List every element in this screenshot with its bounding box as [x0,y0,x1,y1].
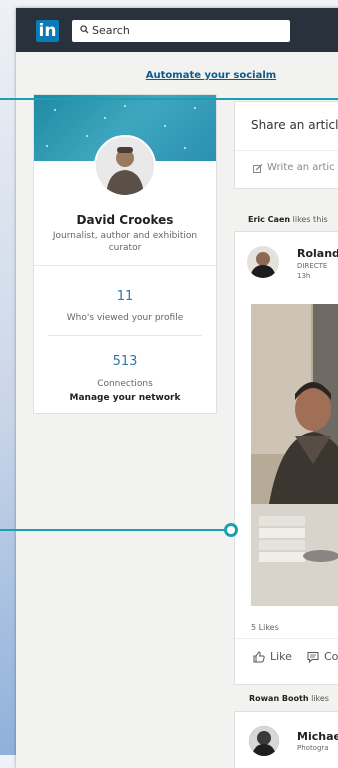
divider [235,638,338,639]
profile-name[interactable]: David Crookes [34,213,216,227]
post-photo [251,304,338,606]
search-icon [80,25,89,34]
divider [48,335,202,336]
activity-actor[interactable]: Rowan Booth [249,694,309,703]
search-input[interactable]: Search [72,20,290,42]
divider [235,150,338,151]
manage-network-link[interactable]: Manage your network [34,393,216,403]
connections-label: Connections [97,379,153,389]
activity-verb: likes [311,694,329,703]
profile-avatar[interactable] [94,135,156,197]
comment-button[interactable]: Co [307,650,338,663]
poster-name[interactable]: Roland [297,247,338,260]
search-placeholder: Search [92,24,130,37]
poster-avatar[interactable] [249,726,279,756]
poster-photo [247,246,279,278]
post-timestamp: 13h [297,272,311,280]
post-image[interactable] [251,304,338,606]
poster-name[interactable]: Michae [297,730,338,743]
avatar-photo [96,137,154,195]
thumbs-up-icon [253,651,265,663]
feed-activity-line: Rowan Booth likes [249,694,329,703]
like-button[interactable]: Like [253,650,292,663]
divider [34,265,216,266]
top-navigation-bar: in Search [16,8,338,52]
feed-post: Roland DIRECTE 13h 5 Likes Like Co [234,231,338,685]
feed-activity-line: Eric Caen likes this [248,215,328,224]
share-article-prompt[interactable]: Share an articl [251,118,338,132]
profile-card: David Crookes Journalist, author and exh… [33,94,217,414]
poster-subtitle: Photogra [297,744,329,752]
pencil-icon [253,164,263,173]
likes-count[interactable]: 5 Likes [251,623,279,632]
profile-views-label[interactable]: Who's viewed your profile [34,313,216,323]
poster-photo [249,726,279,756]
profile-headline: Journalist, author and exhibition curato… [52,231,198,253]
linkedin-logo[interactable]: in [36,20,59,42]
share-box: Share an articl Write an artic [234,101,338,189]
poster-subtitle: DIRECTE [297,262,328,270]
comment-label: Co [324,650,338,663]
app-window: in Search Automate your socialm David Cr… [16,8,338,768]
write-article-label: Write an artic [267,162,335,173]
poster-avatar[interactable] [247,246,279,278]
profile-views-count[interactable]: 11 [34,289,216,304]
callout-marker [224,523,238,537]
activity-actor[interactable]: Eric Caen [248,215,290,224]
activity-verb: likes this [292,215,328,224]
comment-icon [307,652,319,663]
like-label: Like [270,650,292,663]
callout-line [0,98,338,100]
connections-count[interactable]: 513 [34,354,216,369]
feed-post: Michae Photogra [234,711,338,768]
callout-line [0,529,226,531]
write-article-button[interactable]: Write an artic [253,162,335,173]
promo-link[interactable]: Automate your socialm [16,70,338,81]
